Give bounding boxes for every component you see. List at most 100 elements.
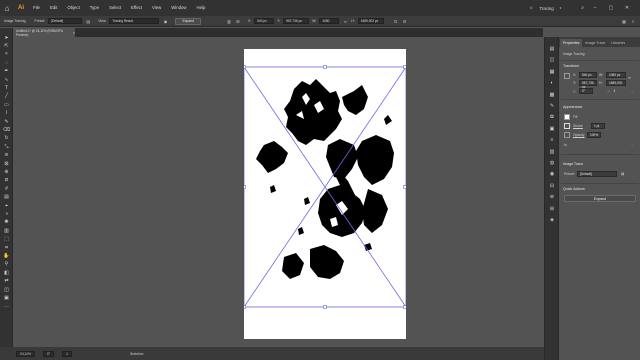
- graphic-styles-icon[interactable]: ▣: [548, 125, 556, 133]
- trace-options-icon[interactable]: ▤: [85, 18, 91, 24]
- zoom-tool-icon[interactable]: ⚲: [3, 261, 10, 268]
- flip-horizontal-icon[interactable]: ⇔: [607, 89, 610, 93]
- libraries-icon[interactable]: ▦: [548, 68, 556, 76]
- h-input[interactable]: 1689,002: [606, 80, 626, 86]
- symbols-icon[interactable]: ✿: [548, 113, 556, 121]
- artboard-tool-icon[interactable]: ⬚: [3, 236, 10, 243]
- layers-icon[interactable]: ◫: [548, 56, 556, 64]
- fx-icon[interactable]: fx.: [564, 143, 568, 147]
- artboard[interactable]: [244, 49, 406, 339]
- menu-help[interactable]: Help: [192, 0, 211, 16]
- artboard-nav[interactable]: 1: [62, 350, 72, 357]
- menu-window[interactable]: Window: [166, 0, 191, 16]
- stroke-label[interactable]: Stroke: [573, 124, 583, 128]
- trace-panel-icon[interactable]: ▤: [621, 172, 624, 176]
- traced-artwork[interactable]: [244, 49, 406, 339]
- tab-libraries[interactable]: Libraries: [608, 39, 628, 47]
- transparency-icon[interactable]: ◍: [548, 159, 556, 167]
- curvature-tool-icon[interactable]: ∿: [3, 76, 10, 83]
- flip-vertical-icon[interactable]: ⇕: [613, 89, 616, 93]
- free-transform-icon[interactable]: ⊠: [3, 160, 10, 167]
- lightbulb-icon[interactable]: ☼: [529, 5, 534, 11]
- image-trace-panel-icon[interactable]: ◈: [548, 216, 556, 224]
- zoom-field[interactable]: 24,11%: [16, 350, 35, 357]
- swatches-icon[interactable]: ▩: [548, 91, 556, 99]
- align-icon[interactable]: ▥: [226, 18, 232, 24]
- hand-tool-icon[interactable]: ✋: [3, 252, 10, 259]
- w-field[interactable]: 1080: [319, 18, 340, 24]
- graph-tool-icon[interactable]: ▥: [3, 227, 10, 234]
- reference-point-icon[interactable]: [564, 73, 570, 79]
- brushes-icon[interactable]: ✎: [548, 102, 556, 110]
- stroke-weight-input[interactable]: 1 pt: [591, 123, 605, 129]
- menu-object[interactable]: Object: [62, 0, 84, 16]
- tab-image-trace[interactable]: Image Trace: [582, 39, 608, 47]
- minimize-icon[interactable]: –: [590, 5, 600, 11]
- fill-stroke-icon[interactable]: ◧: [3, 269, 10, 276]
- menu-select[interactable]: Select: [104, 0, 126, 16]
- align-panel-icon[interactable]: ⊟: [548, 182, 556, 190]
- workspace-switcher[interactable]: Tracing: [540, 6, 554, 11]
- eyedropper-icon[interactable]: ⌖: [3, 202, 10, 209]
- distribute-icon[interactable]: ⊟: [402, 18, 408, 24]
- rotate-field[interactable]: 0°: [42, 350, 55, 357]
- rotate-tool-icon[interactable]: ↻: [3, 135, 10, 142]
- selection-tool-icon[interactable]: ➤: [3, 34, 10, 41]
- y-field[interactable]: 957,736 px: [283, 18, 310, 24]
- y-input[interactable]: 957,736 px: [579, 80, 597, 89]
- menu-effect[interactable]: Effect: [126, 0, 147, 16]
- color-icon[interactable]: ◐: [548, 79, 556, 87]
- gradient-panel-icon[interactable]: ▥: [548, 148, 556, 156]
- properties-panel-icon[interactable]: ▤: [548, 45, 556, 53]
- pencil-icon[interactable]: ✎: [3, 118, 10, 125]
- preset-select[interactable]: [Default]: [48, 18, 83, 24]
- screen-mode-icon[interactable]: ▣: [3, 294, 10, 301]
- more-options-icon[interactable]: …: [631, 89, 634, 93]
- menu-icon[interactable]: ≡: [630, 18, 636, 24]
- pen-tool-icon[interactable]: ✒: [3, 68, 10, 75]
- lasso-icon[interactable]: ◌: [3, 59, 10, 66]
- close-window-icon[interactable]: ✕: [622, 5, 632, 11]
- search-icon[interactable]: ⌕: [581, 5, 584, 11]
- paintbrush-icon[interactable]: ⌇: [3, 110, 10, 117]
- grid-icon[interactable]: ⊡: [393, 18, 399, 24]
- w-input[interactable]: 1080 px: [606, 72, 626, 78]
- scale-tool-icon[interactable]: ⤡: [3, 143, 10, 150]
- maximize-icon[interactable]: ▢: [606, 5, 616, 11]
- menu-type[interactable]: Type: [85, 0, 104, 16]
- link-icon[interactable]: ∞: [628, 75, 631, 80]
- menu-edit[interactable]: Edit: [45, 0, 62, 16]
- edit-toolbar-icon[interactable]: …: [3, 303, 10, 310]
- pathfinder-icon[interactable]: ⊕: [548, 193, 556, 201]
- expand-button[interactable]: Expand: [175, 17, 201, 25]
- opacity-label[interactable]: Opacity: [573, 133, 585, 137]
- expand-button[interactable]: Expand: [564, 195, 636, 202]
- trace-preset-select[interactable]: [Default]: [577, 171, 617, 177]
- angle-input[interactable]: 0°: [579, 88, 593, 94]
- transform-panel-icon[interactable]: ⊞: [548, 205, 556, 213]
- home-icon[interactable]: ⌂: [0, 0, 14, 16]
- document-tab[interactable]: Untitled-1* @ 24,11% (RGB/GPU Preview) ×: [13, 28, 75, 37]
- stroke-swatch[interactable]: [564, 123, 570, 129]
- x-field[interactable]: 540 px: [254, 18, 275, 24]
- view-select[interactable]: Tracing Result: [109, 18, 160, 24]
- warp-tool-icon[interactable]: ≋: [3, 152, 10, 159]
- blend-tool-icon[interactable]: ◑: [3, 210, 10, 217]
- rectangle-tool-icon[interactable]: ▭: [3, 101, 10, 108]
- menu-view[interactable]: View: [147, 0, 166, 16]
- stroke-panel-icon[interactable]: ≡: [548, 136, 556, 144]
- fill-swatch[interactable]: [564, 114, 570, 120]
- magic-wand-icon[interactable]: ✧: [3, 51, 10, 58]
- appearance-panel-icon[interactable]: ◉: [548, 170, 556, 178]
- gradient-tool-icon[interactable]: ▤: [3, 194, 10, 201]
- appearance-more-icon[interactable]: …: [631, 143, 634, 147]
- mesh-tool-icon[interactable]: #: [3, 185, 10, 192]
- eraser-icon[interactable]: ⌫: [3, 126, 10, 133]
- x-input[interactable]: 540 px: [579, 72, 597, 78]
- chevron-down-icon[interactable]: ▾: [560, 6, 562, 10]
- tab-properties[interactable]: Properties: [560, 39, 583, 47]
- menu-file[interactable]: File: [28, 0, 45, 16]
- opacity-icon[interactable]: [564, 132, 570, 138]
- transform-icon[interactable]: ⊞: [235, 18, 241, 24]
- perspective-grid-icon[interactable]: ⧄: [3, 177, 10, 184]
